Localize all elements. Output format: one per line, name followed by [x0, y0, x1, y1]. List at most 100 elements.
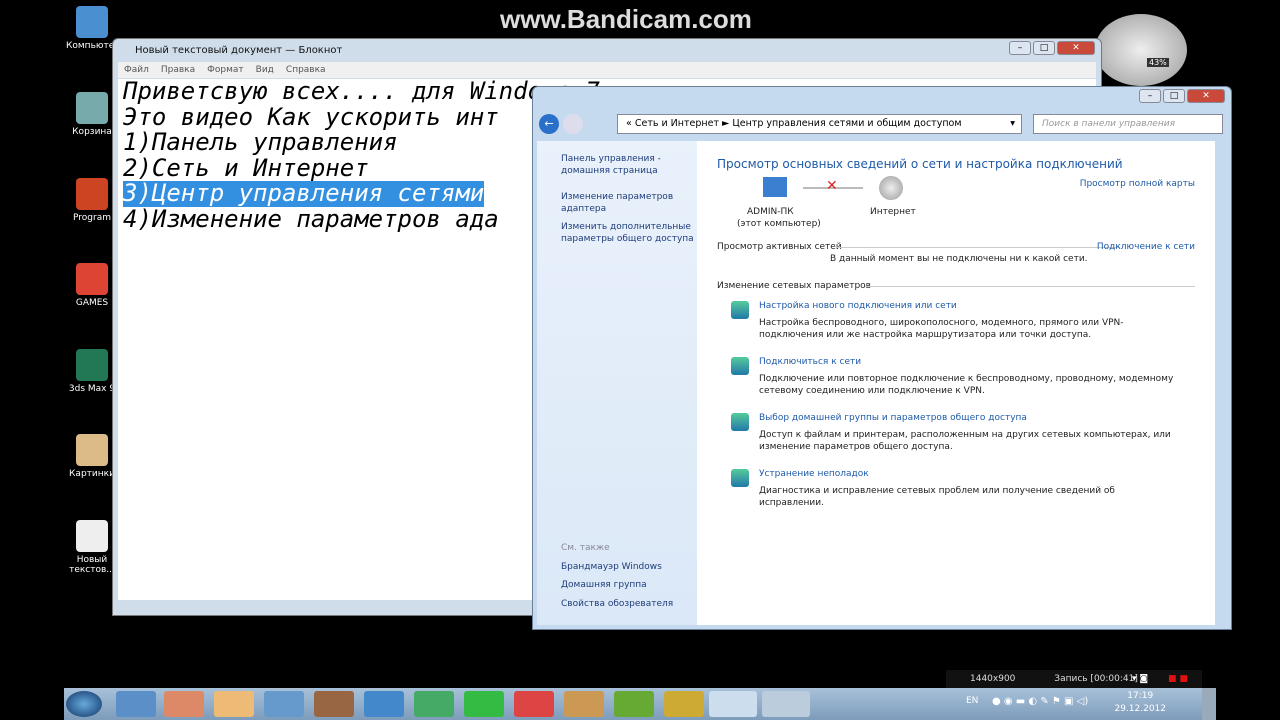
task-title[interactable]: Подключиться к сети — [759, 357, 861, 367]
watermark: www.Bandicam.com — [500, 4, 752, 34]
window-title: Новый текстовый документ — Блокнот — [135, 45, 343, 56]
icon-label: Корзина — [72, 127, 112, 137]
taskbar-app4[interactable] — [614, 691, 654, 717]
taskbar-ie[interactable] — [116, 691, 156, 717]
cpu-gadget[interactable]: 43% — [1095, 14, 1187, 86]
time: 17:19 — [1127, 691, 1154, 701]
taskbar-app5[interactable] — [664, 691, 704, 717]
taskbar-app3[interactable] — [564, 691, 604, 717]
camera-icon[interactable]: ▾ ◙ — [1132, 670, 1148, 688]
maximize-button[interactable]: □ — [1033, 41, 1055, 55]
not-connected-text: В данный момент вы не подключены ни к ка… — [830, 254, 1088, 264]
computer-name: ADMIN-ПК — [747, 207, 794, 217]
page-title: Просмотр основных сведений о сети и наст… — [717, 157, 1123, 171]
resolution: 1440x900 — [970, 674, 1016, 684]
desktop-icon-recycle-bin[interactable]: Корзина — [66, 92, 118, 137]
language-indicator[interactable]: EN — [966, 696, 978, 706]
taskbar-media[interactable] — [164, 691, 204, 717]
desktop-icon-3dsmax[interactable]: 3ds Max 9 — [66, 349, 118, 394]
sidebar: Панель управления - домашняя страница Из… — [537, 141, 697, 625]
icon-label: GAMES — [75, 298, 109, 308]
menu-bar: Файл Правка Формат Вид Справка — [118, 62, 1096, 78]
taskbar-app2[interactable] — [414, 691, 454, 717]
close-button[interactable]: ✕ — [1187, 89, 1225, 103]
stop-icon[interactable]: ■ ■ — [1168, 670, 1188, 688]
task-title[interactable]: Устранение неполадок — [759, 469, 869, 479]
task-title[interactable]: Настройка нового подключения или сети — [759, 301, 957, 311]
globe-icon — [879, 176, 903, 200]
menu-help[interactable]: Справка — [286, 65, 326, 75]
network-center-window: – □ ✕ ← « Сеть и Интернет ► Центр управлен… — [532, 86, 1232, 630]
connect-link[interactable]: Подключение к сети — [1097, 242, 1195, 252]
date: 29.12.2012 — [1114, 704, 1166, 714]
cpu-value: 43% — [1147, 58, 1169, 67]
task-desc: Доступ к файлам и принтерам, расположенн… — [759, 430, 1171, 452]
menu-file[interactable]: Файл — [124, 65, 149, 75]
homegroup-icon — [731, 413, 749, 431]
task-desc: Подключение или повторное подключение к … — [759, 374, 1174, 396]
breadcrumb-current[interactable]: Центр управления сетями и общим доступом — [732, 118, 961, 129]
breadcrumb-separator: ► — [722, 118, 730, 129]
icon-label: Program — [73, 213, 111, 223]
chevron-down-icon[interactable]: ▾ — [1010, 115, 1015, 133]
task-title[interactable]: Выбор домашней группы и параметров общег… — [759, 413, 1027, 423]
link-homegroup[interactable]: Домашняя группа — [561, 579, 696, 591]
taskbar-network[interactable] — [364, 691, 404, 717]
full-map-link[interactable]: Просмотр полной карты — [1080, 179, 1195, 189]
sidebar-sharing-settings[interactable]: Изменить дополнительные параметры общего… — [561, 221, 696, 245]
clock[interactable]: 17:19 29.12.2012 — [1114, 690, 1166, 716]
selected-text-line: 3)Центр управления сетями — [123, 179, 485, 207]
desktop-icon-pictures[interactable]: Картинки — [66, 434, 118, 479]
task-desc: Настройка беспроводного, широкополосного… — [759, 318, 1124, 340]
task-desc: Диагностика и исправление сетевых пробле… — [759, 486, 1115, 508]
maximize-button[interactable]: □ — [1163, 89, 1185, 103]
desktop-icon-program[interactable]: Program — [66, 178, 118, 223]
see-also-label: См. также — [561, 543, 610, 553]
menu-view[interactable]: Вид — [256, 65, 274, 75]
main-content: Просмотр основных сведений о сети и наст… — [697, 141, 1215, 625]
icon-label: 3ds Max 9 — [68, 384, 116, 394]
breadcrumb-overflow[interactable]: « — [626, 118, 632, 129]
back-button[interactable]: ← — [539, 114, 559, 134]
desktop-icon-computer[interactable]: Компьютер — [66, 6, 120, 51]
breadcrumb-network[interactable]: Сеть и Интернет — [635, 118, 719, 129]
icon-label: Картинки — [69, 469, 115, 479]
change-settings-label: Изменение сетевых параметров — [717, 281, 871, 291]
menu-edit[interactable]: Правка — [161, 65, 195, 75]
forward-button[interactable] — [563, 114, 583, 134]
show-desktop-button[interactable] — [1202, 688, 1216, 720]
address-bar[interactable]: « Сеть и Интернет ► Центр управления сет… — [617, 114, 1022, 134]
icon-label: Новый текстов... — [69, 555, 115, 575]
desktop-icon-text-file[interactable]: Новый текстов... — [66, 520, 118, 575]
taskbar: EN ● ◉ ▬ ◐ ✎ ⚑ ▣ ◁) 17:19 29.12.2012 — [64, 688, 1216, 720]
taskbar-control-panel[interactable] — [762, 691, 810, 717]
sidebar-home[interactable]: Панель управления - домашняя страница — [561, 153, 696, 177]
computer-icon — [763, 177, 787, 197]
network-setup-icon — [731, 301, 749, 319]
taskbar-app[interactable] — [264, 691, 304, 717]
active-networks-label: Просмотр активных сетей — [717, 242, 842, 252]
desktop-icon-games[interactable]: GAMES — [66, 263, 118, 308]
close-button[interactable]: ✕ — [1057, 41, 1095, 55]
disconnected-x-icon: ✕ — [826, 178, 838, 194]
search-input[interactable]: Поиск в панели управления — [1033, 114, 1223, 134]
troubleshoot-icon — [731, 469, 749, 487]
computer-sub: (этот компьютер) — [737, 219, 821, 229]
taskbar-explorer[interactable] — [214, 691, 254, 717]
bandicam-bar: 1440x900 Запись [00:00:41] ▾ ◙ ■ ■ — [946, 670, 1202, 688]
record-time: Запись [00:00:41] — [1054, 674, 1138, 684]
tray-icons[interactable]: ● ◉ ▬ ◐ ✎ ⚑ ▣ ◁) — [992, 696, 1088, 707]
start-button[interactable] — [66, 691, 102, 717]
minimize-button[interactable]: – — [1009, 41, 1031, 55]
connect-icon — [731, 357, 749, 375]
link-internet-options[interactable]: Свойства обозревателя — [561, 598, 696, 610]
link-firewall[interactable]: Брандмауэр Windows — [561, 561, 696, 573]
taskbar-notepad[interactable] — [709, 691, 757, 717]
internet-label: Интернет — [870, 207, 916, 217]
sidebar-adapter-settings[interactable]: Изменение параметров адаптера — [561, 191, 696, 215]
taskbar-chrome[interactable] — [514, 691, 554, 717]
taskbar-winrar[interactable] — [314, 691, 354, 717]
menu-format[interactable]: Формат — [207, 65, 244, 75]
taskbar-mail[interactable] — [464, 691, 504, 717]
minimize-button[interactable]: – — [1139, 89, 1161, 103]
